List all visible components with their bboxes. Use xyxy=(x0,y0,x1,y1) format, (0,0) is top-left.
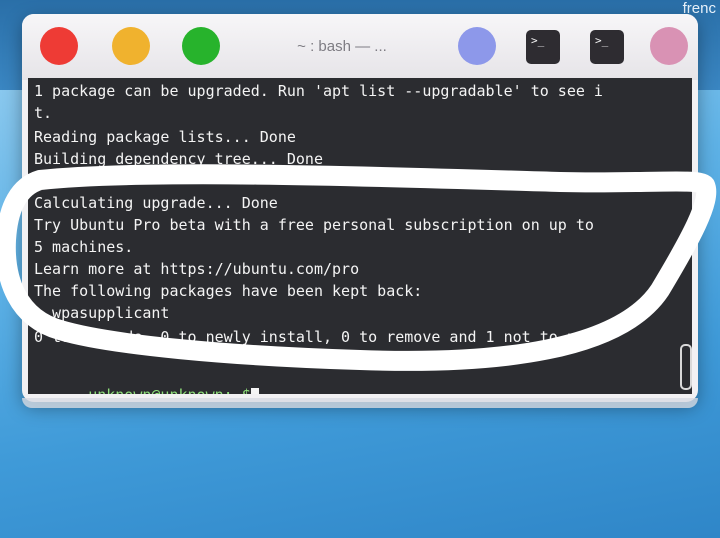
zoom-button[interactable] xyxy=(182,27,220,65)
circle-button-pink[interactable] xyxy=(650,27,688,65)
terminal-line: Learn more at https://ubuntu.com/pro xyxy=(34,260,360,278)
terminal-tab-button-2[interactable]: >_ xyxy=(590,30,624,64)
terminal-line: Reading package lists... Done xyxy=(34,128,296,146)
terminal-tab-button-1[interactable]: >_ xyxy=(526,30,560,64)
terminal-line: wpasupplicant xyxy=(34,304,170,322)
terminal-output[interactable]: 1 package can be upgraded. Run 'apt list… xyxy=(28,78,692,394)
terminal-line: The following packages have been kept ba… xyxy=(34,282,423,300)
terminal-line: Building dependency tree... Done xyxy=(34,150,323,168)
terminal-prompt-line[interactable]: unknown@unknown:~$ xyxy=(34,368,259,394)
terminal-window[interactable]: ~ : bash — ... >_ >_ 1 package can be up… xyxy=(22,14,698,402)
close-button[interactable] xyxy=(40,27,78,65)
text-cursor xyxy=(250,387,259,394)
minimize-button[interactable] xyxy=(112,27,150,65)
terminal-line: 5 machines. xyxy=(34,238,134,256)
scrollbar[interactable] xyxy=(680,344,692,390)
terminal-line: Try Ubuntu Pro beta with a free personal… xyxy=(34,216,594,234)
terminal-line: 1 package can be upgraded. Run 'apt list… xyxy=(34,82,603,100)
terminal-line: t. xyxy=(34,104,53,122)
window-bottom-edge xyxy=(22,398,698,408)
title-bar[interactable]: ~ : bash — ... >_ >_ xyxy=(22,14,698,80)
circle-button-blue[interactable] xyxy=(458,27,496,65)
terminal-line: 0 to upgrade, 0 to newly install, 0 to r… xyxy=(34,328,603,346)
terminal-line: Calculating upgrade... Done xyxy=(34,194,278,212)
window-title: ~ : bash — ... xyxy=(297,38,387,55)
shell-prompt: unknown@unknown:~$ xyxy=(88,386,251,394)
